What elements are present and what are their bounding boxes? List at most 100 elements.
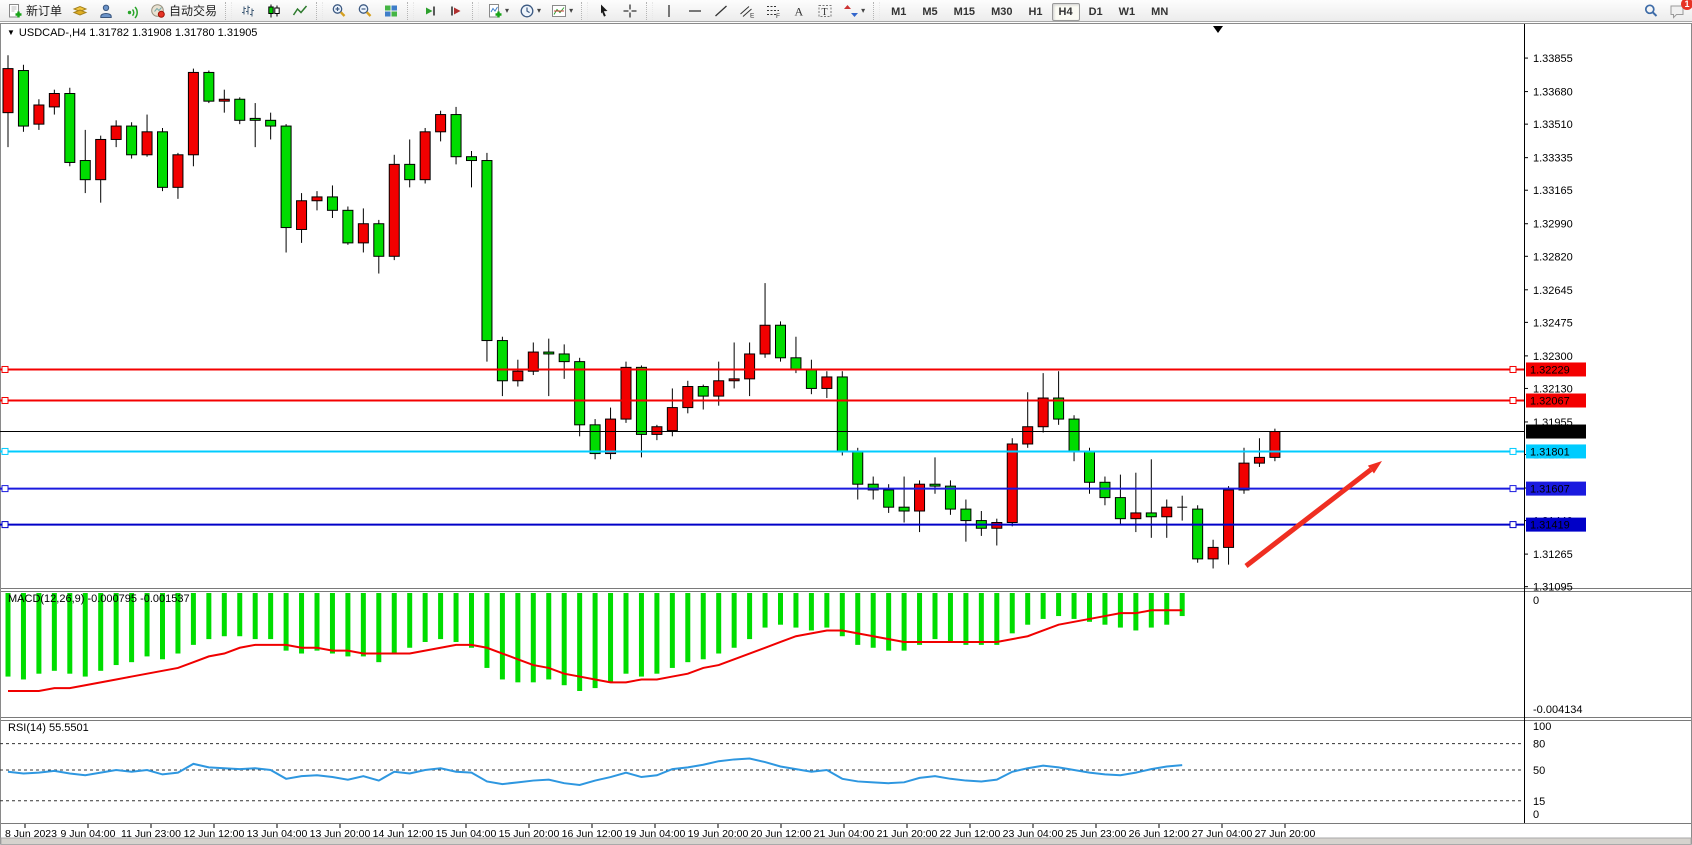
template-icon xyxy=(551,3,567,19)
svg-text:15 Jun 04:00: 15 Jun 04:00 xyxy=(436,828,497,840)
symbol-dropdown-icon[interactable]: ▼ xyxy=(7,28,15,37)
chart-shift-icon xyxy=(448,3,464,19)
vertical-line-button[interactable] xyxy=(657,0,681,22)
timeframe-M5[interactable]: M5 xyxy=(915,3,944,21)
svg-text:14 Jun 12:00: 14 Jun 12:00 xyxy=(373,828,434,840)
svg-text:T: T xyxy=(822,7,828,18)
arrows-icon xyxy=(843,3,859,19)
svg-text:21 Jun 20:00: 21 Jun 20:00 xyxy=(877,828,938,840)
cursor-icon xyxy=(596,3,612,19)
equidistant-channel-button[interactable]: E xyxy=(735,0,759,22)
zoom-in-button[interactable] xyxy=(327,0,351,22)
date-axis: 8 Jun 20239 Jun 04:0011 Jun 23:0012 Jun … xyxy=(5,824,1316,840)
toolbar-separator xyxy=(316,2,323,20)
svg-text:1.32475: 1.32475 xyxy=(1533,317,1573,329)
market-book-icon xyxy=(72,3,88,19)
svg-text:F: F xyxy=(776,13,780,19)
chart-canvas[interactable]: 1.338551.336801.335101.333351.331651.329… xyxy=(0,0,1692,845)
bar-chart-button[interactable] xyxy=(236,0,260,22)
profile-button[interactable] xyxy=(94,0,118,22)
timeframe-M1[interactable]: M1 xyxy=(884,3,913,21)
svg-text:-0.004134: -0.004134 xyxy=(1533,704,1583,716)
tile-windows-icon xyxy=(383,3,399,19)
svg-text:19 Jun 04:00: 19 Jun 04:00 xyxy=(625,828,686,840)
svg-text:1.31607: 1.31607 xyxy=(1530,484,1570,496)
svg-text:23 Jun 04:00: 23 Jun 04:00 xyxy=(1003,828,1064,840)
svg-text:80: 80 xyxy=(1533,739,1545,751)
svg-text:1.31801: 1.31801 xyxy=(1530,446,1570,458)
svg-text:1.33510: 1.33510 xyxy=(1533,119,1573,131)
hline-handle xyxy=(2,398,8,404)
templates-button[interactable]: ▾ xyxy=(547,0,577,22)
fibonacci-button[interactable]: F xyxy=(761,0,785,22)
trend-arrow[interactable] xyxy=(1246,461,1382,566)
search-icon xyxy=(1643,3,1659,19)
svg-text:15 Jun 20:00: 15 Jun 20:00 xyxy=(499,828,560,840)
auto-trading-button[interactable]: 自动交易 xyxy=(146,0,221,22)
timeframe-H4[interactable]: H4 xyxy=(1052,3,1080,21)
main-toolbar: 新订单 自动交易 xyxy=(0,0,1692,22)
toolbar-right-group: 1 xyxy=(1638,0,1690,22)
timeframe-M30[interactable]: M30 xyxy=(984,3,1019,21)
chart-shift-marker[interactable] xyxy=(1213,26,1223,33)
line-chart-button[interactable] xyxy=(288,0,312,22)
svg-text:1.32300: 1.32300 xyxy=(1533,351,1573,363)
zoom-out-icon xyxy=(357,3,373,19)
horizontal-line-button[interactable] xyxy=(683,0,707,22)
tile-windows-button[interactable] xyxy=(379,0,403,22)
svg-text:27 Jun 20:00: 27 Jun 20:00 xyxy=(1255,828,1316,840)
svg-text:1.33165: 1.33165 xyxy=(1533,185,1573,197)
chart-shift-button[interactable] xyxy=(444,0,468,22)
svg-text:1.31095: 1.31095 xyxy=(1533,582,1573,594)
timeframe-M15[interactable]: M15 xyxy=(947,3,982,21)
timeframe-H1[interactable]: H1 xyxy=(1021,3,1049,21)
chart-title[interactable]: ▼USDCAD-,H4 1.31782 1.31908 1.31780 1.31… xyxy=(7,27,257,39)
search-button[interactable] xyxy=(1639,0,1663,22)
svg-text:A: A xyxy=(795,4,804,18)
periods-button[interactable]: ▾ xyxy=(515,0,545,22)
clock-icon xyxy=(519,3,535,19)
text-button[interactable]: A xyxy=(787,0,811,22)
new-order-label: 新订单 xyxy=(26,2,62,19)
fibonacci-icon: F xyxy=(765,3,781,19)
chat-button[interactable]: 1 xyxy=(1665,0,1689,22)
crosshair-button[interactable] xyxy=(618,0,642,22)
indicators-icon xyxy=(487,3,503,19)
hline-handle xyxy=(2,522,8,528)
crosshair-icon xyxy=(622,3,638,19)
auto-scroll-button[interactable] xyxy=(418,0,442,22)
svg-text:1.31419: 1.31419 xyxy=(1530,520,1570,532)
timeframe-W1[interactable]: W1 xyxy=(1112,3,1143,21)
trendline-button[interactable] xyxy=(709,0,733,22)
svg-text:E: E xyxy=(750,12,755,19)
equidistant-channel-icon: E xyxy=(739,3,755,19)
toolbar-separator xyxy=(407,2,414,20)
new-order-button[interactable]: 新订单 xyxy=(3,0,66,22)
rsi-line xyxy=(8,759,1182,785)
svg-text:9 Jun 04:00: 9 Jun 04:00 xyxy=(61,828,116,840)
market-book-button[interactable] xyxy=(68,0,92,22)
svg-text:25 Jun 23:00: 25 Jun 23:00 xyxy=(1066,828,1127,840)
svg-text:16 Jun 12:00: 16 Jun 12:00 xyxy=(562,828,623,840)
auto-trading-label: 自动交易 xyxy=(169,2,217,19)
indicators-button[interactable]: ▾ xyxy=(483,0,513,22)
zoom-out-button[interactable] xyxy=(353,0,377,22)
arrows-button[interactable]: ▾ xyxy=(839,0,869,22)
toolbar-separator xyxy=(225,2,232,20)
svg-text:1.32645: 1.32645 xyxy=(1533,285,1573,297)
timeframe-MN[interactable]: MN xyxy=(1144,3,1175,21)
cursor-button[interactable] xyxy=(592,0,616,22)
timeframe-D1[interactable]: D1 xyxy=(1082,3,1110,21)
hline-handle xyxy=(2,486,8,492)
svg-text:22 Jun 12:00: 22 Jun 12:00 xyxy=(940,828,1001,840)
hline-handle xyxy=(1510,366,1516,372)
chat-unread-badge: 1 xyxy=(1681,0,1692,10)
svg-text:1.31265: 1.31265 xyxy=(1533,549,1573,561)
candlestick-chart-button[interactable] xyxy=(262,0,286,22)
signal-button[interactable] xyxy=(120,0,144,22)
svg-text:13 Jun 04:00: 13 Jun 04:00 xyxy=(247,828,308,840)
profile-icon xyxy=(98,3,114,19)
text-label-button[interactable]: T xyxy=(813,0,837,22)
svg-text:1.32820: 1.32820 xyxy=(1533,251,1573,263)
horizontal-level-lines[interactable] xyxy=(0,366,1524,527)
